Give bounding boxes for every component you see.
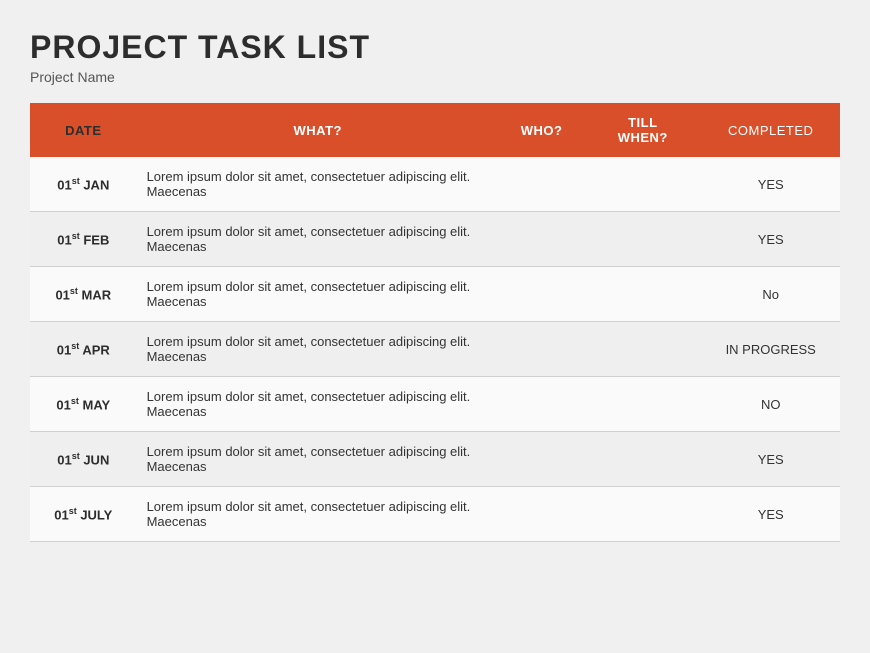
table-body: 01st JANLorem ipsum dolor sit amet, cons… bbox=[30, 157, 840, 542]
cell-who bbox=[499, 322, 584, 377]
task-table: DATE WHAT? WHO? TILLWHEN? COMPLETED 01st… bbox=[30, 103, 840, 542]
cell-date: 01st APR bbox=[30, 322, 137, 377]
cell-what: Lorem ipsum dolor sit amet, consectetuer… bbox=[137, 487, 499, 542]
table-row: 01st JANLorem ipsum dolor sit amet, cons… bbox=[30, 157, 840, 212]
cell-what: Lorem ipsum dolor sit amet, consectetuer… bbox=[137, 322, 499, 377]
cell-date: 01st MAR bbox=[30, 267, 137, 322]
cell-date: 01st FEB bbox=[30, 212, 137, 267]
cell-who bbox=[499, 267, 584, 322]
table-row: 01st JULYLorem ipsum dolor sit amet, con… bbox=[30, 487, 840, 542]
cell-till-when bbox=[584, 377, 701, 432]
cell-date: 01st JUN bbox=[30, 432, 137, 487]
cell-date: 01st MAY bbox=[30, 377, 137, 432]
col-header-till-when: TILLWHEN? bbox=[584, 103, 701, 157]
cell-date: 01st JAN bbox=[30, 157, 137, 212]
table-row: 01st JUNLorem ipsum dolor sit amet, cons… bbox=[30, 432, 840, 487]
cell-what: Lorem ipsum dolor sit amet, consectetuer… bbox=[137, 377, 499, 432]
cell-what: Lorem ipsum dolor sit amet, consectetuer… bbox=[137, 212, 499, 267]
page-container: PROJECT TASK LIST Project Name DATE WHAT… bbox=[0, 0, 870, 653]
col-header-completed: COMPLETED bbox=[701, 103, 840, 157]
col-header-who: WHO? bbox=[499, 103, 584, 157]
project-name: Project Name bbox=[30, 69, 840, 85]
table-row: 01st APRLorem ipsum dolor sit amet, cons… bbox=[30, 322, 840, 377]
table-row: 01st MARLorem ipsum dolor sit amet, cons… bbox=[30, 267, 840, 322]
cell-completed: YES bbox=[701, 212, 840, 267]
cell-till-when bbox=[584, 487, 701, 542]
cell-till-when bbox=[584, 322, 701, 377]
table-row: 01st FEBLorem ipsum dolor sit amet, cons… bbox=[30, 212, 840, 267]
cell-completed: YES bbox=[701, 432, 840, 487]
cell-completed: YES bbox=[701, 487, 840, 542]
cell-completed: YES bbox=[701, 157, 840, 212]
page-title: PROJECT TASK LIST bbox=[30, 30, 840, 65]
table-header-row: DATE WHAT? WHO? TILLWHEN? COMPLETED bbox=[30, 103, 840, 157]
cell-completed: No bbox=[701, 267, 840, 322]
cell-till-when bbox=[584, 267, 701, 322]
cell-who bbox=[499, 157, 584, 212]
cell-what: Lorem ipsum dolor sit amet, consectetuer… bbox=[137, 432, 499, 487]
cell-till-when bbox=[584, 157, 701, 212]
cell-what: Lorem ipsum dolor sit amet, consectetuer… bbox=[137, 267, 499, 322]
cell-who bbox=[499, 487, 584, 542]
cell-who bbox=[499, 377, 584, 432]
cell-completed: NO bbox=[701, 377, 840, 432]
col-header-date: DATE bbox=[30, 103, 137, 157]
table-row: 01st MAYLorem ipsum dolor sit amet, cons… bbox=[30, 377, 840, 432]
cell-till-when bbox=[584, 432, 701, 487]
cell-completed: IN PROGRESS bbox=[701, 322, 840, 377]
cell-who bbox=[499, 212, 584, 267]
col-header-what: WHAT? bbox=[137, 103, 499, 157]
cell-date: 01st JULY bbox=[30, 487, 137, 542]
cell-till-when bbox=[584, 212, 701, 267]
cell-who bbox=[499, 432, 584, 487]
cell-what: Lorem ipsum dolor sit amet, consectetuer… bbox=[137, 157, 499, 212]
